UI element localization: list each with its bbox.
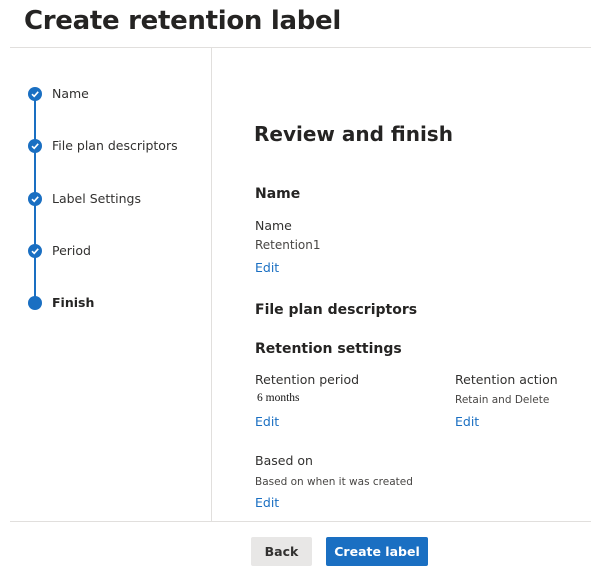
checkmark-icon [28, 244, 42, 258]
retention-settings-heading: Retention settings [255, 341, 402, 357]
step-label: Name [52, 86, 89, 101]
step-label: Finish [52, 295, 95, 310]
edit-retention-action-link[interactable]: Edit [455, 414, 479, 429]
name-field-value: Retention1 [255, 238, 321, 252]
step-label: File plan descriptors [52, 138, 178, 153]
checkmark-icon [28, 139, 42, 153]
retention-period-value: 6 months [257, 392, 300, 404]
current-step-dot-icon [28, 296, 42, 310]
back-button[interactable]: Back [251, 537, 312, 566]
edit-based-on-link[interactable]: Edit [255, 495, 279, 510]
header-divider [10, 47, 591, 48]
page-title: Create retention label [24, 6, 342, 36]
checkmark-icon [28, 87, 42, 101]
retention-action-value: Retain and Delete [455, 394, 550, 406]
file-plan-section-heading: File plan descriptors [255, 302, 418, 318]
name-section-heading: Name [255, 186, 301, 202]
edit-retention-period-link[interactable]: Edit [255, 414, 279, 429]
step-label: Period [52, 243, 91, 258]
create-label-button[interactable]: Create label [326, 537, 428, 566]
retention-period-label: Retention period [255, 372, 360, 387]
based-on-label: Based on [255, 453, 313, 468]
retention-action-label: Retention action [455, 372, 558, 387]
step-label: Label Settings [52, 191, 141, 206]
footer-divider [10, 521, 591, 522]
review-heading: Review and finish [254, 122, 453, 146]
based-on-value: Based on when it was created [255, 476, 413, 488]
edit-name-link[interactable]: Edit [255, 260, 279, 275]
sidebar-divider [211, 48, 212, 521]
checkmark-icon [28, 192, 42, 206]
name-field-label: Name [255, 218, 292, 233]
